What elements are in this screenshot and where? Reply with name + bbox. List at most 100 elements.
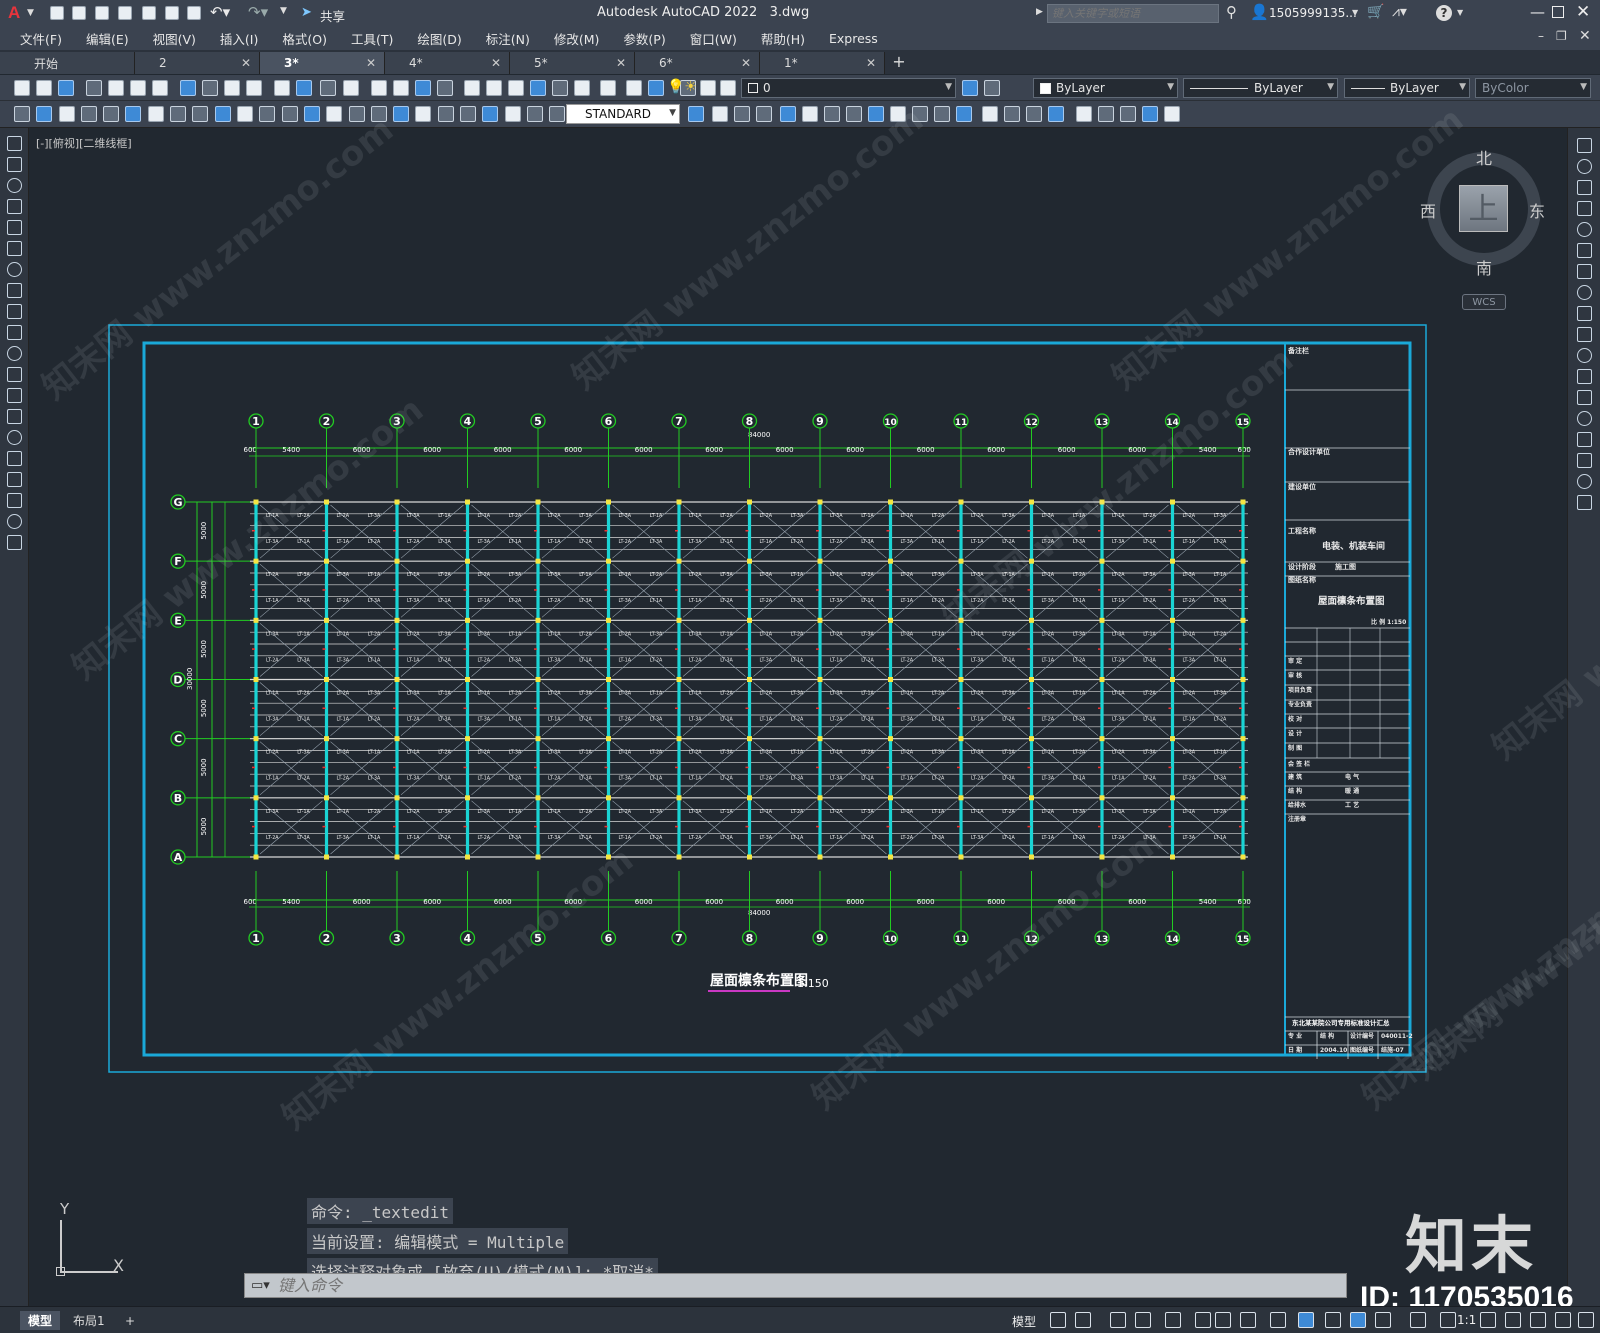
model-space-button[interactable]: 模型 (1012, 1313, 1036, 1330)
modify-tool-16-icon[interactable] (1577, 453, 1592, 468)
draw-modify-11-icon[interactable] (237, 106, 253, 122)
modify-tool-3-icon[interactable] (1577, 180, 1592, 195)
draw-modify-34-icon[interactable] (868, 106, 884, 122)
tab-layout1[interactable]: 布局1 (65, 1311, 113, 1330)
app-logo-icon[interactable]: A (8, 3, 20, 23)
draw-modify-30-icon[interactable] (780, 106, 796, 122)
compass-south[interactable]: 南 (1476, 255, 1492, 279)
tool-19-icon[interactable] (437, 80, 453, 96)
status-toggle-9-icon[interactable] (1270, 1312, 1286, 1328)
draw-modify-18-icon[interactable] (393, 106, 409, 122)
plot-icon[interactable] (187, 6, 201, 20)
draw-tool-16-icon[interactable] (7, 451, 22, 466)
search-icon[interactable]: ⚲ (1226, 3, 1237, 21)
modify-tool-10-icon[interactable] (1577, 327, 1592, 342)
menu-modify[interactable]: 修改(M) (542, 29, 612, 48)
draw-modify-2-icon[interactable] (36, 106, 52, 122)
menu-window[interactable]: 窗口(W) (678, 29, 749, 48)
viewport-controls[interactable]: [-][俯视][二维线框] (36, 135, 132, 151)
draw-modify-6-icon[interactable] (125, 106, 141, 122)
redo-icon[interactable]: ↷▾ (248, 3, 268, 21)
status-toggle-10-icon[interactable] (1298, 1312, 1314, 1328)
new-tab-button[interactable]: + (885, 52, 913, 74)
lineweight-dropdown[interactable]: ByLayer ▼ (1344, 78, 1470, 98)
tool-13-icon[interactable] (296, 80, 312, 96)
tool-22-icon[interactable] (508, 80, 524, 96)
draw-modify-41-icon[interactable] (1026, 106, 1042, 122)
drawing-canvas[interactable]: 备注栏 合作设计单位 建设单位 工程名称 电装、机装车间 设计阶段 施工图 图纸名称 屋面檩条布… (29, 128, 1567, 1308)
draw-modify-14-icon[interactable] (304, 106, 320, 122)
menu-format[interactable]: 格式(O) (270, 29, 339, 48)
open-file-icon[interactable] (72, 6, 86, 20)
tool-11-icon[interactable] (246, 80, 262, 96)
menu-tools[interactable]: 工具(T) (339, 29, 405, 48)
doc-close-button[interactable]: ✕ (1579, 28, 1591, 44)
draw-modify-43-icon[interactable] (1076, 106, 1092, 122)
draw-tool-12-icon[interactable] (7, 367, 22, 382)
tool-5-icon[interactable] (108, 80, 124, 96)
tool-4-icon[interactable] (86, 80, 102, 96)
menu-draw[interactable]: 绘图(D) (405, 29, 473, 48)
tool-25-icon[interactable] (574, 80, 590, 96)
tool-18-icon[interactable] (415, 80, 431, 96)
tool-10-icon[interactable] (224, 80, 240, 96)
menu-parameter[interactable]: 参数(P) (611, 29, 677, 48)
draw-modify-38-icon[interactable] (956, 106, 972, 122)
user-account[interactable]: 1505999135... (1269, 6, 1357, 20)
draw-tool-15-icon[interactable] (7, 430, 22, 445)
tab-6[interactable]: 6* ✕ (635, 52, 760, 74)
status-toggle-5-icon[interactable] (1165, 1312, 1181, 1328)
wcs-menu[interactable]: WCS (1462, 294, 1506, 310)
status-toggle-11-icon[interactable] (1325, 1312, 1341, 1328)
draw-modify-20-icon[interactable] (438, 106, 454, 122)
draw-modify-9-icon[interactable] (192, 106, 208, 122)
modify-tool-8-icon[interactable] (1577, 285, 1592, 300)
help-icon[interactable]: ? (1436, 5, 1452, 21)
draw-modify-47-icon[interactable] (1164, 106, 1180, 122)
draw-modify-17-icon[interactable] (371, 106, 387, 122)
tool-12-icon[interactable] (274, 80, 290, 96)
draw-tool-17-icon[interactable] (7, 472, 22, 487)
menu-express[interactable]: Express (817, 31, 890, 46)
tool-9-icon[interactable] (202, 80, 218, 96)
viewcube[interactable]: 上 北 南 西 东 (1420, 145, 1545, 278)
undo-icon[interactable]: ↶▾ (210, 3, 230, 21)
draw-modify-29-icon[interactable] (756, 106, 772, 122)
modify-tool-15-icon[interactable] (1577, 432, 1592, 447)
color-dropdown[interactable]: ByLayer ▼ (1033, 78, 1178, 98)
draw-modify-16-icon[interactable] (349, 106, 365, 122)
close-tab-icon[interactable]: ✕ (366, 56, 376, 70)
text-style-dropdown[interactable]: STANDARD ▼ (566, 104, 680, 124)
draw-tool-2-icon[interactable] (7, 157, 22, 172)
tool-26-icon[interactable] (600, 80, 616, 96)
draw-tool-20-icon[interactable] (7, 535, 22, 550)
modify-tool-2-icon[interactable] (1577, 159, 1592, 174)
export-icon[interactable] (165, 6, 179, 20)
draw-modify-21-icon[interactable] (460, 106, 476, 122)
customize-qat-icon[interactable]: ▼ (280, 6, 287, 16)
tool-7-icon[interactable] (152, 80, 168, 96)
draw-modify-23-icon[interactable] (505, 106, 521, 122)
command-prompt-icon[interactable]: ▭▾ (251, 1278, 270, 1293)
modify-tool-18-icon[interactable] (1577, 495, 1592, 510)
menu-file[interactable]: 文件(F) (8, 29, 74, 48)
draw-modify-31-icon[interactable] (802, 106, 818, 122)
draw-modify-46-icon[interactable] (1142, 106, 1158, 122)
command-input[interactable] (277, 1276, 1178, 1295)
publish-icon[interactable] (142, 6, 156, 20)
menu-help[interactable]: 帮助(H) (749, 29, 817, 48)
tool-3-icon[interactable] (58, 80, 74, 96)
draw-tool-19-icon[interactable] (7, 514, 22, 529)
tool-6-icon[interactable] (130, 80, 146, 96)
compass-north[interactable]: 北 (1476, 145, 1492, 169)
modify-tool-6-icon[interactable] (1577, 243, 1592, 258)
help-dropdown-icon[interactable]: ▼ (1457, 8, 1463, 17)
minimize-button[interactable]: — (1530, 3, 1545, 21)
status-toggle-8-icon[interactable] (1240, 1312, 1256, 1328)
status-toggle-1-icon[interactable] (1050, 1312, 1066, 1328)
modify-tool-14-icon[interactable] (1577, 411, 1592, 426)
status-toggle-19-icon[interactable] (1555, 1312, 1571, 1328)
draw-tool-4-icon[interactable] (7, 199, 22, 214)
status-toggle-6-icon[interactable] (1195, 1312, 1211, 1328)
doc-minimize-button[interactable]: – (1538, 29, 1544, 43)
